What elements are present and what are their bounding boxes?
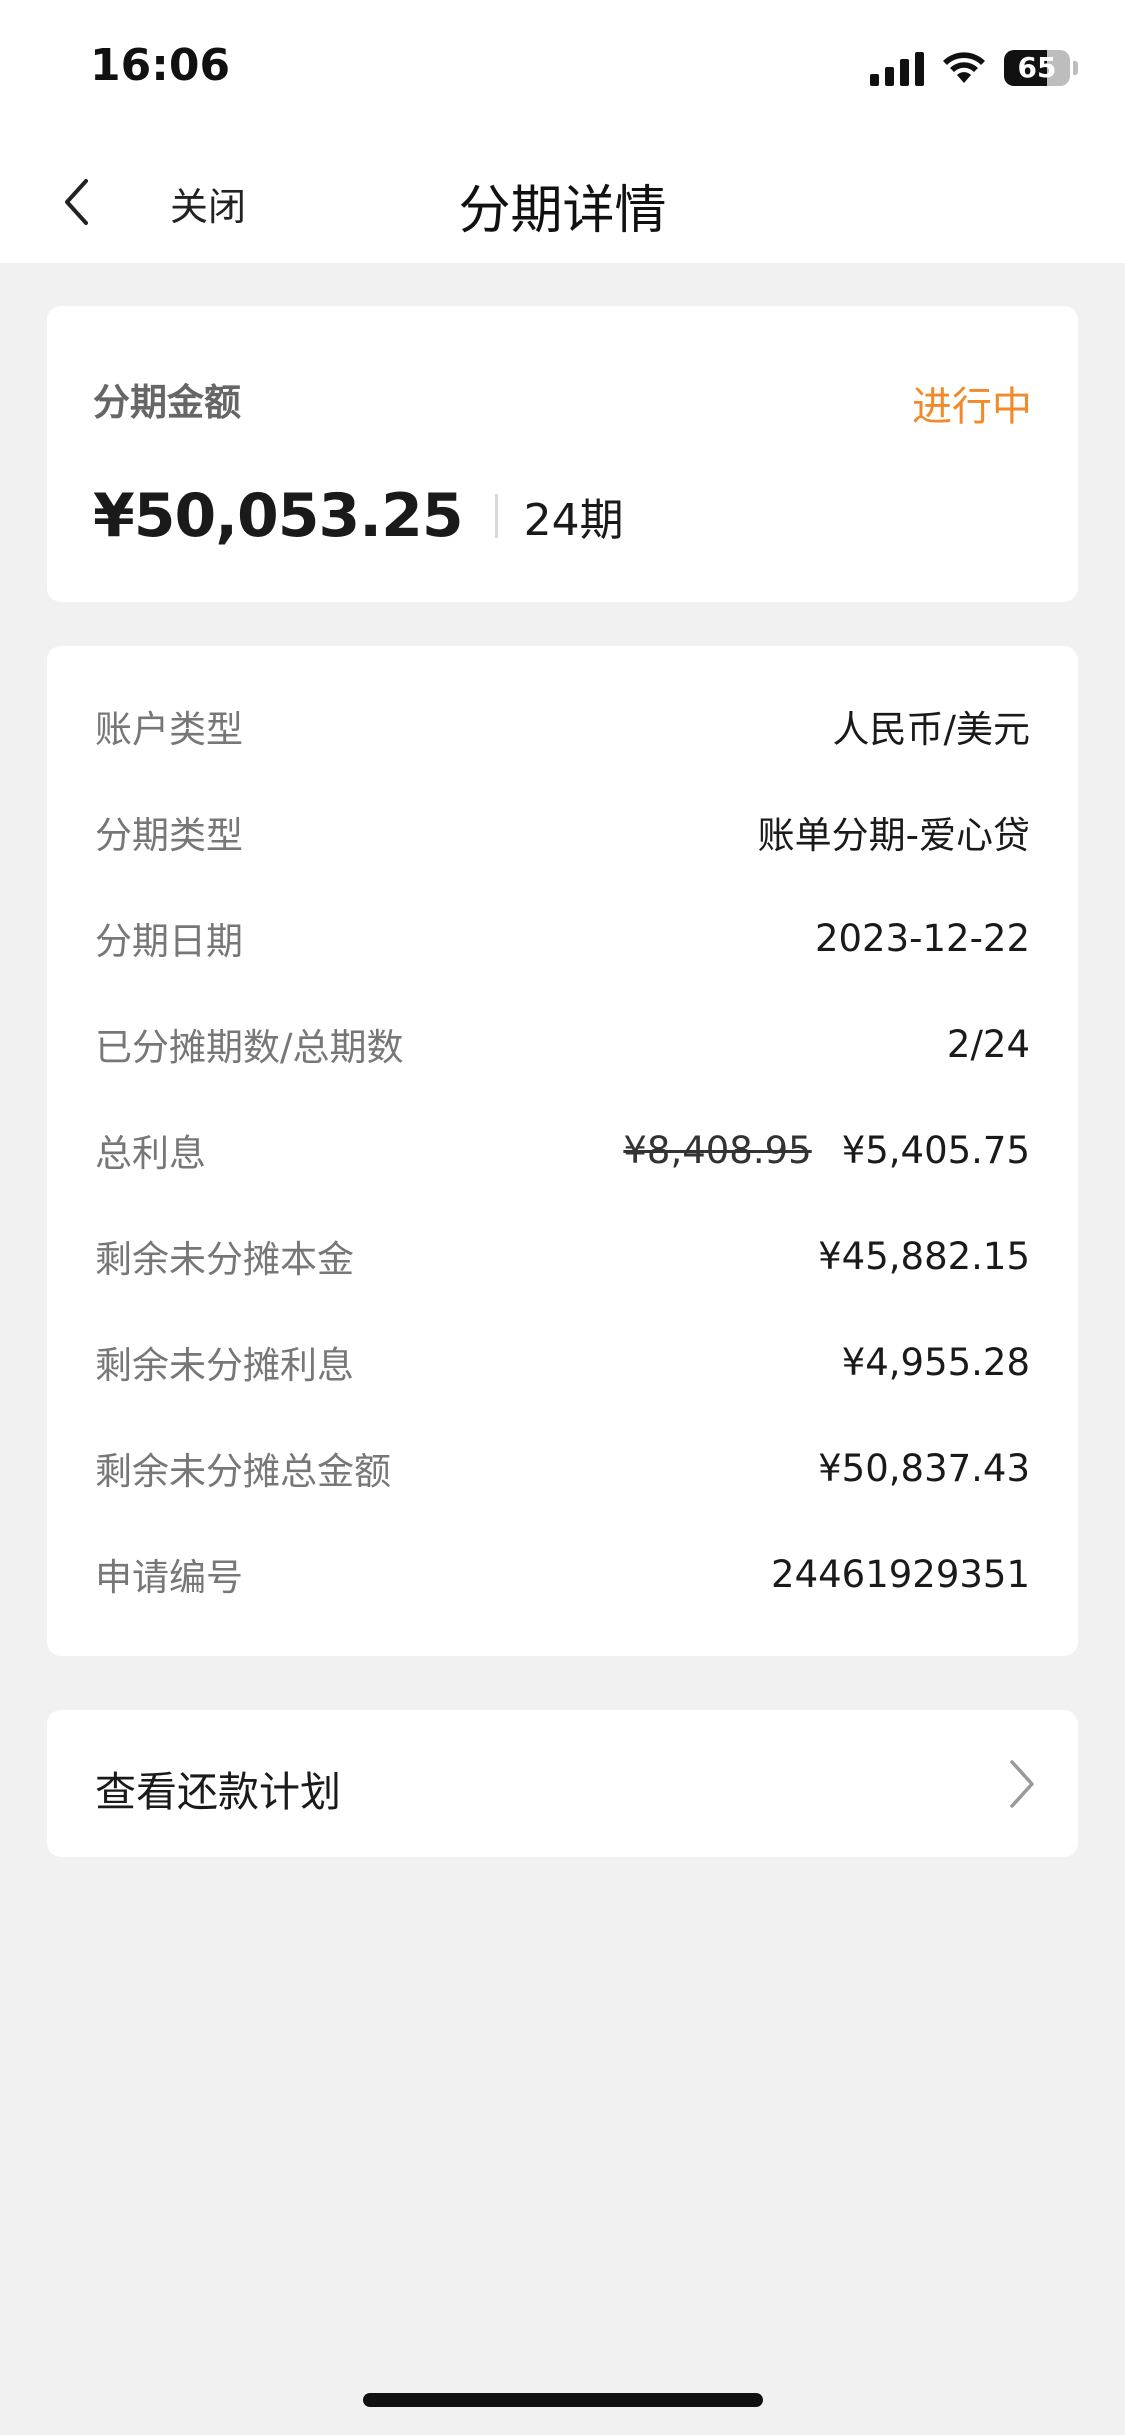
detail-row-account-type: 账户类型 人民币/美元 <box>95 696 1030 756</box>
repayment-plan-label: 查看还款计划 <box>95 1768 341 1816</box>
home-indicator[interactable] <box>363 2393 763 2407</box>
detail-value-group: ¥8,408.95 ¥5,405.75 <box>623 1129 1030 1172</box>
wifi-icon <box>943 52 985 83</box>
original-interest: ¥8,408.95 <box>623 1128 812 1172</box>
detail-row-remaining-total: 剩余未分摊总金额 ¥50,837.43 <box>95 1438 1030 1498</box>
detail-label: 分期类型 <box>95 814 243 857</box>
detail-label: 账户类型 <box>95 708 243 751</box>
detail-row-application-number: 申请编号 24461929351 <box>95 1544 1030 1604</box>
detail-label: 分期日期 <box>95 920 243 963</box>
detail-row-total-interest: 总利息 ¥8,408.95 ¥5,405.75 <box>95 1120 1030 1180</box>
detail-value: 人民币/美元 <box>832 708 1030 751</box>
header: 16:06 65 关闭 分期详情 <box>0 0 1125 263</box>
detail-value: 2/24 <box>946 1022 1030 1066</box>
detail-value: ¥4,955.28 <box>841 1340 1030 1384</box>
amount-label: 分期金额 <box>93 381 241 424</box>
discounted-interest: ¥5,405.75 <box>841 1128 1030 1172</box>
detail-row-installment-type: 分期类型 账单分期-爱心贷 <box>95 802 1030 862</box>
detail-row-remaining-principal: 剩余未分摊本金 ¥45,882.15 <box>95 1226 1030 1286</box>
detail-row-periods-progress: 已分摊期数/总期数 2/24 <box>95 1014 1030 1074</box>
installment-amount: ¥50,053.25 <box>93 481 464 551</box>
page-title: 分期详情 <box>458 181 667 241</box>
detail-value: 账单分期-爱心贷 <box>757 814 1030 857</box>
status-badge: 进行中 <box>912 384 1032 430</box>
detail-row-installment-date: 分期日期 2023-12-22 <box>95 908 1030 968</box>
battery-icon: 65 <box>1004 50 1078 86</box>
detail-label: 剩余未分摊利息 <box>95 1344 354 1387</box>
amount-card: 分期金额 进行中 ¥50,053.25 24期 <box>47 306 1078 602</box>
status-icons: 65 <box>870 50 1078 86</box>
detail-label: 剩余未分摊本金 <box>95 1238 354 1281</box>
status-time: 16:06 <box>90 40 231 91</box>
detail-label: 申请编号 <box>95 1556 243 1599</box>
chevron-right-icon <box>1010 1760 1034 1808</box>
cellular-signal-icon <box>870 50 924 86</box>
detail-value: 2023-12-22 <box>814 916 1030 960</box>
divider <box>494 494 498 538</box>
detail-value: ¥50,837.43 <box>818 1446 1030 1490</box>
details-card: 账户类型 人民币/美元 分期类型 账单分期-爱心贷 分期日期 2023-12-2… <box>47 646 1078 1656</box>
installment-periods: 24期 <box>523 495 624 546</box>
repayment-plan-link[interactable]: 查看还款计划 <box>47 1710 1078 1857</box>
detail-label: 剩余未分摊总金额 <box>95 1450 391 1493</box>
detail-label: 总利息 <box>95 1132 206 1175</box>
detail-row-remaining-interest: 剩余未分摊利息 ¥4,955.28 <box>95 1332 1030 1392</box>
detail-value: 24461929351 <box>771 1552 1030 1596</box>
detail-label: 已分摊期数/总期数 <box>95 1026 404 1069</box>
detail-value: ¥45,882.15 <box>818 1234 1030 1278</box>
amount-row: ¥50,053.25 24期 <box>93 481 624 551</box>
